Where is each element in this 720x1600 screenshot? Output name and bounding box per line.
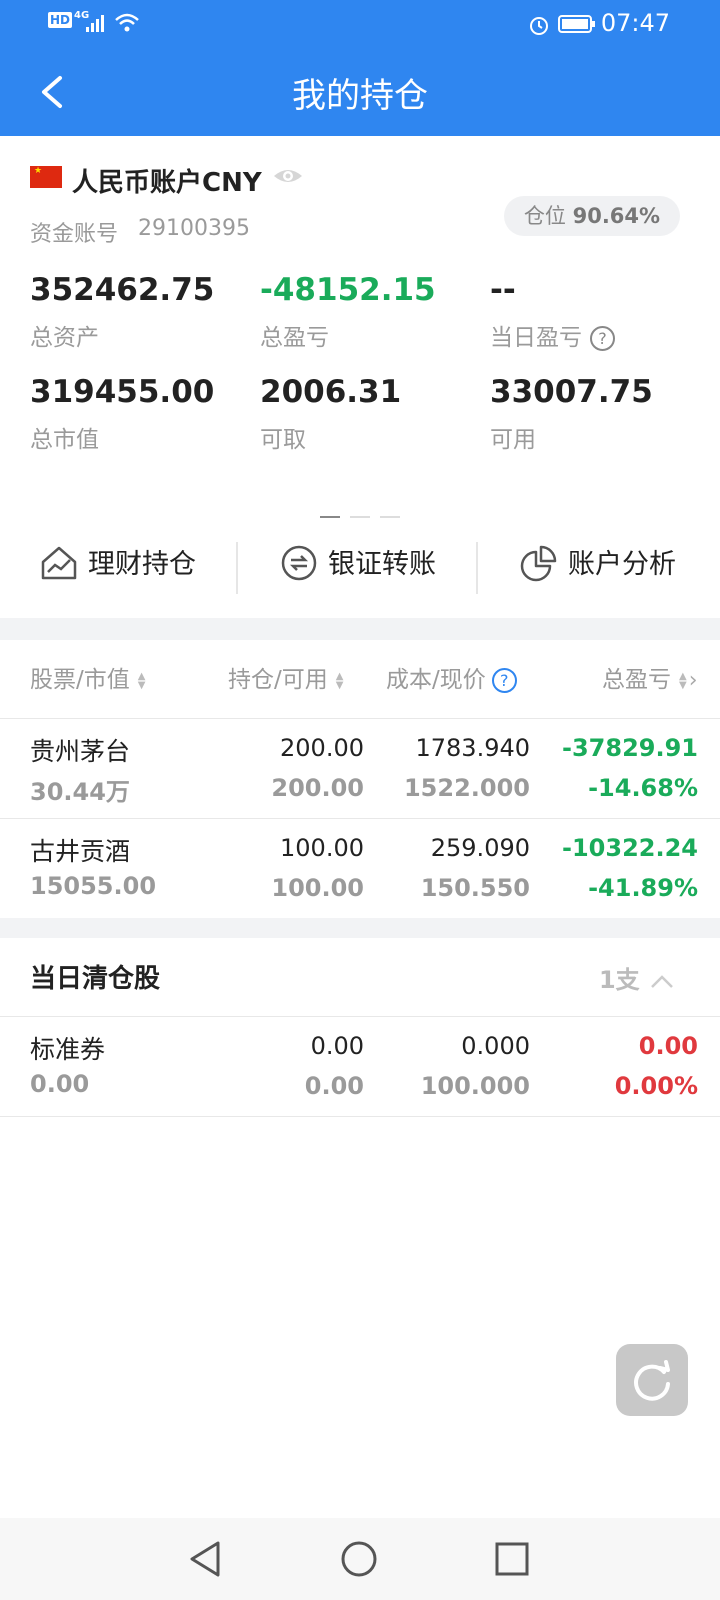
help-icon[interactable]: ? (590, 326, 615, 351)
refresh-icon (634, 1360, 670, 1401)
col-header-holding-label: 持仓/可用 (228, 667, 328, 693)
cleared-count: 1支 (598, 966, 640, 994)
total-market-label: 总市值 (30, 427, 99, 453)
total-pl-label: 总盈亏 (260, 325, 329, 351)
cleared-toggle[interactable]: 1支 (599, 960, 676, 995)
section-gap (0, 618, 720, 640)
transfer-icon (281, 545, 317, 581)
col-header-cost[interactable]: 成本/现价? (386, 660, 517, 694)
position-label: 仓位 (523, 204, 566, 228)
page-title: 我的持仓 (292, 76, 428, 116)
wealth-holdings-button[interactable]: 理财持仓 (40, 540, 210, 590)
available-qty: 0.00 (304, 1072, 364, 1100)
withdrawable-value: 2006.31 (260, 374, 402, 410)
account-analysis-button[interactable]: 账户分析 (520, 540, 690, 590)
eye-icon[interactable] (272, 164, 304, 188)
section-gap (0, 918, 720, 938)
nav-recents-icon[interactable] (494, 1540, 530, 1578)
withdrawable-label: 可取 (260, 427, 306, 453)
clock-time: 07:47 (600, 9, 670, 37)
available-qty: 200.00 (271, 774, 364, 802)
account-number-label: 资金账号 (30, 222, 119, 247)
profit-loss: 0.00 (638, 1032, 698, 1060)
profit-loss: -10322.24 (562, 834, 698, 862)
nav-home-icon[interactable] (340, 1540, 378, 1578)
sort-icon: ▲ ▼ (335, 670, 344, 691)
col-header-cost-label: 成本/现价 (386, 667, 486, 693)
col-header-holding[interactable]: 持仓/可用 ▲ ▼ (228, 660, 343, 694)
hd-indicator: HD (48, 12, 73, 28)
divider (476, 542, 478, 594)
account-name: 人民币账户CNY (72, 168, 262, 198)
page-indicator (320, 506, 410, 525)
holding-qty: 200.00 (280, 734, 364, 762)
profit-loss-pct: -41.89% (588, 874, 698, 902)
holding-qty: 0.00 (310, 1032, 364, 1060)
total-pl-value: -48152.15 (260, 272, 436, 308)
sort-icon: ▲ ▼ (137, 670, 146, 691)
help-icon[interactable]: ? (491, 668, 517, 693)
nav-back-icon[interactable] (188, 1540, 224, 1578)
stock-name: 标准券 (30, 1035, 106, 1064)
account-number: 29100395 (138, 216, 250, 241)
market-value: 15055.00 (30, 872, 157, 900)
profit-loss-pct: -14.68% (588, 774, 698, 802)
col-header-pl[interactable]: 总盈亏 ▲ ▼› (602, 660, 698, 694)
holding-qty: 100.00 (280, 834, 364, 862)
account-analysis-label: 账户分析 (568, 549, 676, 580)
wifi-icon (115, 13, 139, 32)
daily-pl-label-wrap: 当日盈亏? (490, 318, 615, 352)
position-badge: 仓位 90.64% (504, 196, 680, 236)
pie-chart-icon (520, 545, 557, 582)
market-value: 30.44万 (30, 778, 130, 806)
alarm-icon (530, 17, 548, 35)
refresh-button[interactable] (616, 1344, 688, 1416)
bank-transfer-label: 银证转账 (328, 549, 436, 580)
profit-loss: -37829.91 (562, 734, 698, 762)
bank-transfer-button[interactable]: 银证转账 (280, 540, 450, 590)
available-qty: 100.00 (271, 874, 364, 902)
divider (0, 818, 720, 819)
daily-pl-value: -- (490, 272, 516, 308)
sort-icon: ▲ ▼ (679, 670, 687, 691)
divider (0, 1016, 720, 1017)
stock-name: 贵州茅台 (30, 737, 131, 766)
cleared-section-title: 当日清仓股 (30, 964, 161, 994)
divider (0, 718, 720, 719)
wealth-holdings-label: 理财持仓 (88, 549, 196, 580)
signal-icon (86, 15, 104, 32)
total-market-value: 319455.00 (30, 374, 215, 410)
chevron-right-icon[interactable]: › (689, 668, 698, 693)
chart-house-icon (41, 546, 77, 580)
position-value: 90.64% (572, 204, 661, 228)
market-value: 0.00 (30, 1070, 90, 1098)
col-header-stock[interactable]: 股票/市值 ▲ ▼ (30, 660, 145, 694)
available-label: 可用 (490, 427, 536, 453)
system-nav-bar (0, 1518, 720, 1600)
stock-name: 古井贡酒 (30, 837, 131, 866)
col-header-pl-label: 总盈亏 (602, 667, 671, 693)
china-flag-icon: ★ (30, 166, 62, 188)
divider (236, 542, 238, 594)
daily-pl-label: 当日盈亏 (490, 325, 582, 351)
battery-icon (558, 15, 595, 33)
col-header-stock-label: 股票/市值 (30, 667, 130, 693)
divider (0, 1116, 720, 1117)
available-value: 33007.75 (490, 374, 653, 410)
total-assets-label: 总资产 (30, 325, 99, 351)
profit-loss-pct: 0.00% (614, 1072, 698, 1100)
total-assets-value: 352462.75 (30, 272, 215, 308)
status-bar: HD 4G 07:47 (0, 0, 720, 48)
app-header: HD 4G 07:47 我的持仓 (0, 0, 720, 136)
chevron-up-icon (651, 975, 673, 988)
